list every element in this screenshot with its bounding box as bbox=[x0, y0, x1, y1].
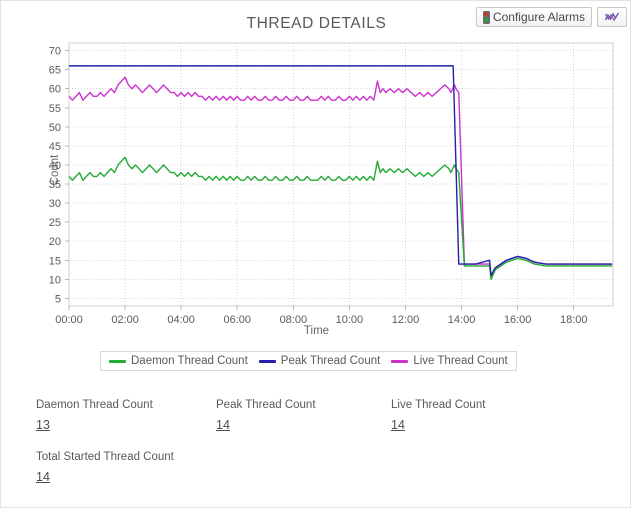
thread-stats: Daemon Thread Count 13 Peak Thread Count… bbox=[1, 399, 630, 503]
svg-text:40: 40 bbox=[49, 160, 61, 172]
svg-text:5: 5 bbox=[55, 293, 61, 305]
legend-swatch bbox=[391, 359, 409, 363]
chart-plot-area: Count Time 5 10 15 20 25 30 35 40 45 50 55 60 65 70 00… bbox=[1, 39, 630, 339]
legend-label: Daemon Thread Count bbox=[131, 355, 248, 367]
svg-text:50: 50 bbox=[49, 122, 61, 134]
stat-row: Total Started Thread Count 14 bbox=[1, 451, 630, 503]
legend-item[interactable]: Peak Thread Count bbox=[258, 355, 381, 367]
svg-text:55: 55 bbox=[49, 103, 61, 115]
stat-label: Live Thread Count bbox=[391, 399, 486, 411]
svg-text:14:00: 14:00 bbox=[448, 314, 476, 326]
svg-text:10: 10 bbox=[49, 274, 61, 286]
stat-label: Daemon Thread Count bbox=[36, 399, 153, 411]
svg-text:08:00: 08:00 bbox=[280, 314, 308, 326]
stat-label: Total Started Thread Count bbox=[36, 451, 174, 463]
stat-daemon-thread-count: Daemon Thread Count 13 bbox=[36, 399, 153, 434]
chart-icon bbox=[604, 12, 620, 23]
svg-text:25: 25 bbox=[49, 217, 61, 229]
stat-value[interactable]: 14 bbox=[216, 418, 230, 432]
thread-details-chart: 5 10 15 20 25 30 35 40 45 50 55 60 65 70 00:00 02:00 04:… bbox=[49, 42, 614, 326]
stat-value[interactable]: 13 bbox=[36, 418, 50, 432]
svg-text:10:00: 10:00 bbox=[336, 314, 364, 326]
chart-legend: Daemon Thread Count Peak Thread Count Live… bbox=[100, 351, 517, 371]
panel-header: THREAD DETAILS Configure Alarms bbox=[1, 1, 630, 41]
traffic-light-icon bbox=[482, 10, 490, 24]
svg-text:06:00: 06:00 bbox=[223, 314, 251, 326]
thread-details-panel: THREAD DETAILS Configure Alarms Count Ti… bbox=[0, 0, 631, 508]
stat-value[interactable]: 14 bbox=[36, 470, 50, 484]
stat-peak-thread-count: Peak Thread Count 14 bbox=[216, 399, 316, 434]
stat-label: Peak Thread Count bbox=[216, 399, 316, 411]
svg-text:30: 30 bbox=[49, 198, 61, 210]
stat-live-thread-count: Live Thread Count 14 bbox=[391, 399, 485, 434]
chart-options-button[interactable] bbox=[597, 7, 627, 27]
legend-label: Live Thread Count bbox=[413, 355, 508, 367]
legend-item[interactable]: Daemon Thread Count bbox=[109, 355, 248, 367]
svg-text:12:00: 12:00 bbox=[392, 314, 420, 326]
svg-text:20: 20 bbox=[49, 236, 61, 248]
stat-value[interactable]: 14 bbox=[391, 418, 405, 432]
svg-text:45: 45 bbox=[49, 141, 61, 153]
stat-total-started-thread-count: Total Started Thread Count 14 bbox=[36, 451, 174, 486]
svg-text:70: 70 bbox=[49, 46, 61, 58]
svg-text:18:00: 18:00 bbox=[560, 314, 588, 326]
svg-text:16:00: 16:00 bbox=[504, 314, 532, 326]
svg-text:00:00: 00:00 bbox=[55, 314, 83, 326]
svg-text:65: 65 bbox=[49, 65, 61, 77]
legend-item[interactable]: Live Thread Count bbox=[391, 355, 508, 367]
configure-alarms-label: Configure Alarms bbox=[492, 10, 585, 24]
legend-swatch bbox=[109, 359, 126, 363]
legend-label: Peak Thread Count bbox=[280, 355, 381, 367]
configure-alarms-button[interactable]: Configure Alarms bbox=[475, 7, 592, 27]
svg-text:35: 35 bbox=[49, 179, 61, 191]
svg-text:60: 60 bbox=[49, 84, 61, 96]
stat-row: Daemon Thread Count 13 Peak Thread Count… bbox=[1, 399, 630, 451]
header-actions: Configure Alarms bbox=[475, 7, 627, 27]
svg-text:02:00: 02:00 bbox=[111, 314, 139, 326]
svg-text:04:00: 04:00 bbox=[167, 314, 195, 326]
legend-swatch bbox=[258, 359, 276, 363]
svg-text:15: 15 bbox=[49, 255, 61, 267]
